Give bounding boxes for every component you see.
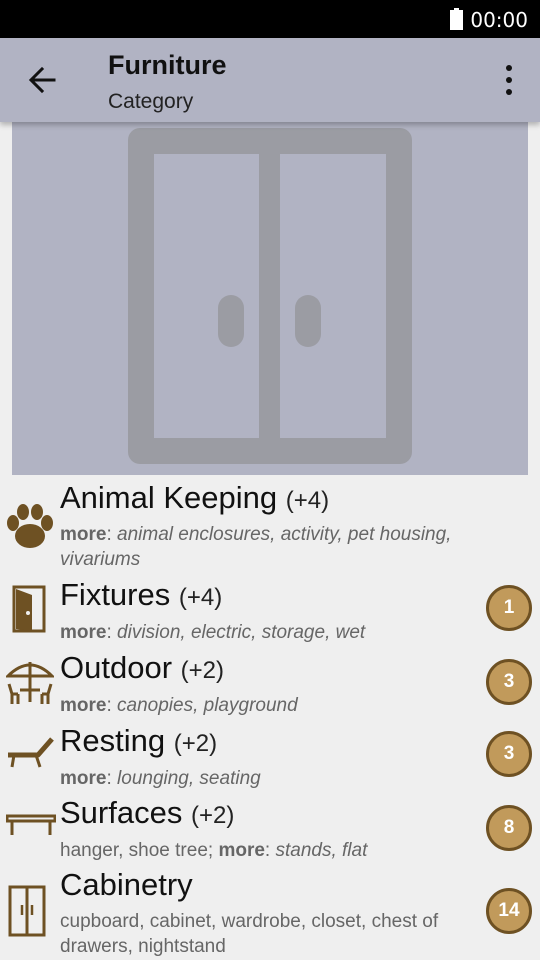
category-description: hanger, shoe tree; more: stands, flat <box>60 840 368 861</box>
patio-table-icon <box>6 662 54 704</box>
cabinet-doors-icon <box>128 128 412 464</box>
battery-icon <box>450 8 463 30</box>
category-title: Surfaces (+2) <box>60 795 235 830</box>
status-time: 00:00 <box>470 8 528 32</box>
list-item[interactable]: Outdoor (+2) more: canopies, playground … <box>0 650 540 720</box>
category-hero-image <box>12 122 528 475</box>
category-description: more: canopies, playground <box>60 695 298 716</box>
count-badge: 1 <box>486 585 532 631</box>
app-bar: Furniture Category <box>0 38 540 122</box>
category-title: Outdoor (+2) <box>60 650 224 685</box>
count-badge: 3 <box>486 659 532 705</box>
paw-icon <box>7 504 53 548</box>
category-description: more: animal enclosures, activity, pet h… <box>60 524 452 570</box>
category-title: Fixtures (+4) <box>60 577 223 612</box>
category-description: cupboard, cabinet, wardrobe, closet, che… <box>60 911 439 957</box>
page-title: Furniture <box>108 50 227 80</box>
count-badge: 8 <box>486 805 532 851</box>
count-badge: 3 <box>486 731 532 777</box>
more-options-icon[interactable] <box>500 62 518 98</box>
category-title: Cabinetry <box>60 867 193 902</box>
list-item[interactable]: Animal Keeping (+4) more: animal enclosu… <box>0 480 540 576</box>
back-arrow-icon[interactable] <box>22 58 62 102</box>
table-icon <box>6 814 56 835</box>
category-description: more: lounging, seating <box>60 768 261 789</box>
list-item[interactable]: Surfaces (+2) hanger, shoe tree; more: s… <box>0 795 540 865</box>
category-title: Animal Keeping (+4) <box>60 480 330 515</box>
lounger-icon <box>8 737 54 768</box>
list-item[interactable]: Resting (+2) more: lounging, seating 3 <box>0 723 540 793</box>
list-item[interactable]: Cabinetry cupboard, cabinet, wardrobe, c… <box>0 867 540 960</box>
list-item[interactable]: Fixtures (+4) more: division, electric, … <box>0 577 540 647</box>
cabinet-icon <box>8 885 46 937</box>
count-badge: 14 <box>486 888 532 934</box>
status-bar: 00:00 <box>0 0 540 38</box>
door-icon <box>12 585 46 633</box>
category-title: Resting (+2) <box>60 723 218 758</box>
category-description: more: division, electric, storage, wet <box>60 622 366 643</box>
page-subtitle: Category <box>108 90 194 113</box>
